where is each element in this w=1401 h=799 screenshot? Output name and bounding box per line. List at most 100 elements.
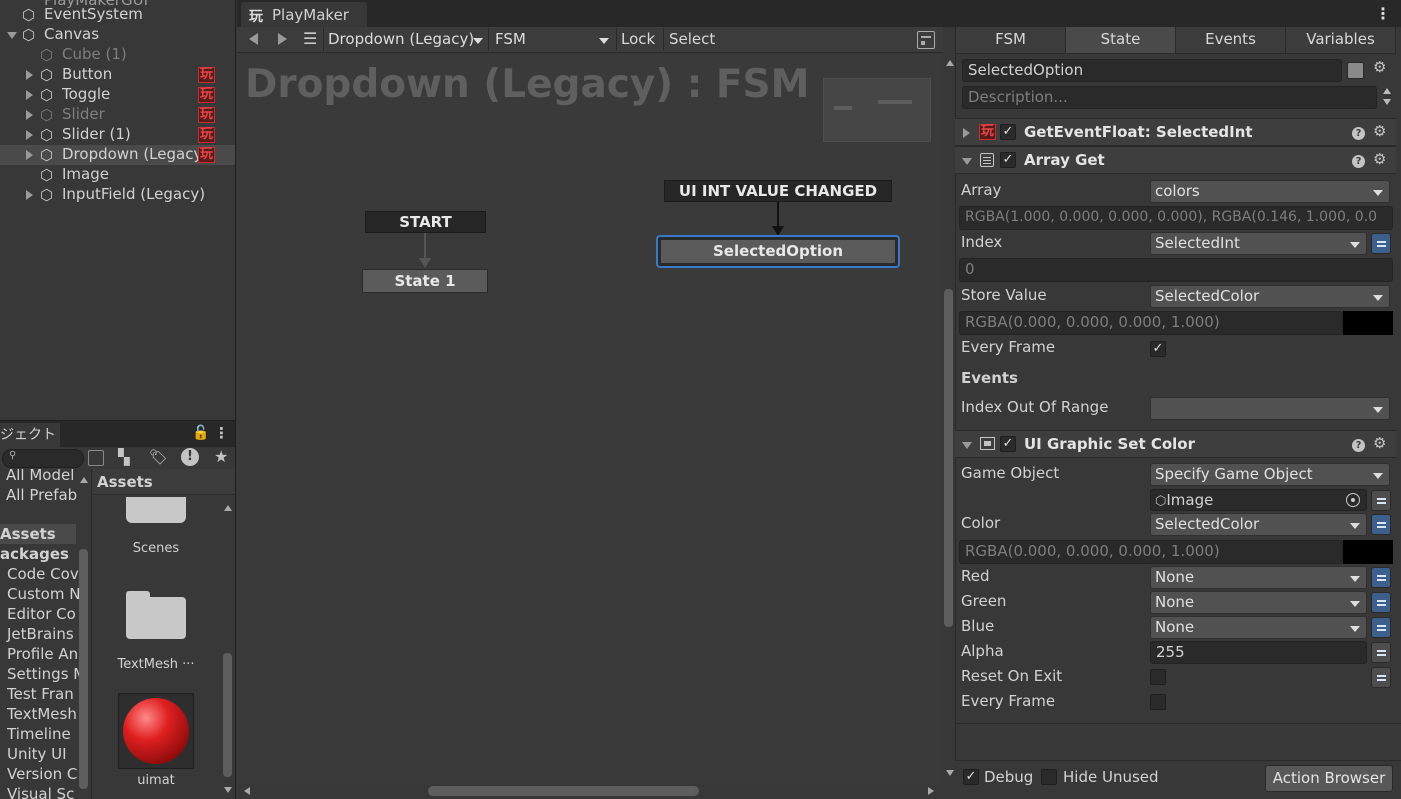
asset-label[interactable]: TextMesh ··· — [100, 657, 212, 672]
project-tree-item[interactable]: Version C — [7, 765, 77, 783]
scroll-right-icon[interactable] — [928, 787, 934, 795]
expand-arrow-icon[interactable] — [26, 110, 33, 120]
green-dropdown[interactable]: None — [1150, 591, 1367, 614]
variable-toggle-button[interactable] — [1371, 490, 1391, 511]
project-tree-item[interactable]: Editor Co — [7, 605, 76, 623]
project-tree-item[interactable]: Timeline — [7, 725, 71, 743]
store-value-dropdown[interactable]: SelectedColor — [1150, 285, 1390, 308]
color-dropdown[interactable]: SelectedColor — [1150, 513, 1367, 536]
expand-arrow-icon[interactable] — [26, 130, 33, 140]
scroll-up-icon[interactable] — [80, 477, 88, 483]
back-arrow-icon[interactable] — [249, 33, 258, 45]
project-tree-item[interactable]: TextMesh — [7, 705, 77, 723]
game-object-dropdown[interactable]: Specify Game Object — [1150, 463, 1390, 486]
scroll-up-icon[interactable] — [946, 60, 954, 66]
action-header-arrayget[interactable]: ✓ Array Get ? ⚙ — [955, 146, 1396, 174]
expand-arrow-icon[interactable] — [963, 128, 970, 138]
project-tree-item[interactable]: Test Fran — [7, 685, 74, 703]
gear-icon[interactable]: ⚙ — [1373, 152, 1386, 167]
project-tree-item[interactable]: Unity UI — [7, 745, 67, 763]
tab-state[interactable]: State — [1066, 27, 1176, 54]
hierarchy-item[interactable]: ⬡ Dropdown (Legacy) 玩 — [0, 145, 235, 165]
project-tab[interactable]: ジェクト — [0, 423, 60, 447]
project-tree-item[interactable]: ackages — [0, 545, 69, 563]
variable-toggle-button[interactable] — [1371, 592, 1391, 613]
more-menu-icon[interactable]: ⋮ — [1375, 4, 1391, 23]
filter-type-icon[interactable]: ▚ — [118, 448, 130, 466]
action-browser-button[interactable]: Action Browser — [1265, 765, 1393, 792]
array-dropdown[interactable]: colors — [1150, 180, 1390, 203]
state-node-selectedoption[interactable]: SelectedOption — [661, 240, 895, 263]
favorite-item[interactable]: All Prefab — [6, 486, 77, 504]
game-object-field[interactable]: ⬡Image — [1150, 489, 1367, 511]
collapse-arrow-icon[interactable] — [962, 158, 972, 165]
collapse-arrow-icon[interactable] — [962, 442, 972, 449]
hierarchy-item[interactable]: ⬡ Image — [0, 165, 235, 185]
variable-toggle-button[interactable] — [1371, 667, 1391, 688]
event-node-ui-int-value-changed[interactable]: UI INT VALUE CHANGED — [664, 180, 892, 202]
action-enabled-checkbox[interactable]: ✓ — [1000, 436, 1016, 452]
variable-toggle-button[interactable] — [1371, 514, 1391, 535]
variable-toggle-button[interactable] — [1371, 233, 1391, 254]
project-tree-item[interactable]: Visual Sc — [7, 785, 74, 799]
state-node-state1[interactable]: State 1 — [362, 269, 488, 293]
blue-dropdown[interactable]: None — [1150, 616, 1367, 639]
action-header-geteventfloat[interactable]: 玩 ✓ GetEventFloat: SelectedInt ? ⚙ — [955, 118, 1396, 146]
help-icon[interactable]: ? — [1352, 155, 1365, 168]
fsm-owner-dropdown[interactable]: Dropdown (Legacy) — [323, 28, 487, 51]
gear-icon[interactable]: ⚙ — [1373, 124, 1386, 139]
assets-scrollbar[interactable] — [223, 653, 232, 777]
search-scope-icon[interactable] — [88, 450, 104, 466]
project-tree-item[interactable]: Code Cov — [7, 565, 79, 583]
project-tree-item[interactable]: Custom N — [7, 585, 80, 603]
collapse-arrow-icon[interactable] — [7, 32, 17, 39]
gear-icon[interactable]: ⚙ — [1373, 60, 1386, 75]
every-frame-checkbox[interactable] — [1150, 694, 1166, 710]
project-search-input[interactable]: ⚲ — [2, 449, 84, 468]
graph-horizontal-scrollbar[interactable] — [237, 784, 943, 799]
scroll-down-icon[interactable] — [1383, 99, 1391, 105]
hierarchy-item[interactable]: ⬡ Slider (1) 玩 — [0, 125, 235, 145]
hierarchy-item[interactable]: ⬡ Cube (1) — [0, 45, 235, 65]
description-field[interactable]: Description... — [962, 86, 1377, 109]
project-tree-item[interactable]: Assets — [0, 525, 56, 543]
project-tree-item[interactable]: Settings M — [7, 665, 86, 683]
state-name-field[interactable]: SelectedOption — [962, 59, 1342, 82]
help-icon[interactable]: ? — [1352, 127, 1365, 140]
index-dropdown[interactable]: SelectedInt — [1150, 232, 1367, 255]
tab-events[interactable]: Events — [1176, 27, 1286, 54]
tab-fsm[interactable]: FSM — [956, 27, 1066, 54]
material-thumbnail[interactable] — [118, 693, 194, 769]
select-button[interactable]: Select — [663, 28, 723, 50]
scroll-up-icon[interactable] — [1383, 88, 1391, 94]
folder-icon[interactable] — [126, 497, 186, 523]
reset-on-exit-checkbox[interactable] — [1150, 669, 1166, 685]
help-icon[interactable]: ? — [1352, 439, 1365, 452]
scroll-left-icon[interactable] — [244, 787, 250, 795]
expand-arrow-icon[interactable] — [26, 150, 33, 160]
action-enabled-checkbox[interactable]: ✓ — [1000, 124, 1016, 140]
hierarchy-item[interactable]: ⬡ Button 玩 — [0, 65, 235, 85]
every-frame-checkbox[interactable]: ✓ — [1150, 341, 1166, 357]
scroll-down-icon[interactable] — [946, 770, 954, 776]
state-color-swatch[interactable] — [1347, 62, 1364, 79]
hierarchy-item[interactable]: ⬡ Slider 玩 — [0, 105, 235, 125]
asset-label[interactable]: uimat — [100, 773, 212, 788]
playmaker-tab[interactable]: 玩 PlayMaker — [241, 2, 367, 28]
project-tree-item[interactable]: Profile An — [7, 645, 78, 663]
minimap-toggle-icon[interactable] — [917, 31, 935, 49]
hierarchy-item[interactable]: ⬡ Canvas — [0, 25, 235, 45]
debug-checkbox[interactable]: ✓ — [963, 769, 979, 785]
project-tree-item[interactable]: JetBrains — [7, 625, 74, 643]
tab-variables[interactable]: Variables — [1286, 27, 1396, 54]
lock-icon[interactable]: 🔓 — [192, 425, 209, 441]
scroll-up-icon[interactable] — [224, 505, 232, 511]
action-header-uigraphicsetcolor[interactable]: ✓ UI Graphic Set Color ? ⚙ — [955, 430, 1396, 458]
graph-vertical-scrollbar[interactable] — [943, 54, 955, 784]
expand-arrow-icon[interactable] — [26, 190, 33, 200]
action-enabled-checkbox[interactable]: ✓ — [1000, 152, 1016, 168]
expand-arrow-icon[interactable] — [26, 70, 33, 80]
lock-button[interactable]: Lock — [616, 28, 662, 50]
asset-label[interactable]: Scenes — [100, 541, 212, 556]
start-event-node[interactable]: START — [365, 211, 486, 233]
